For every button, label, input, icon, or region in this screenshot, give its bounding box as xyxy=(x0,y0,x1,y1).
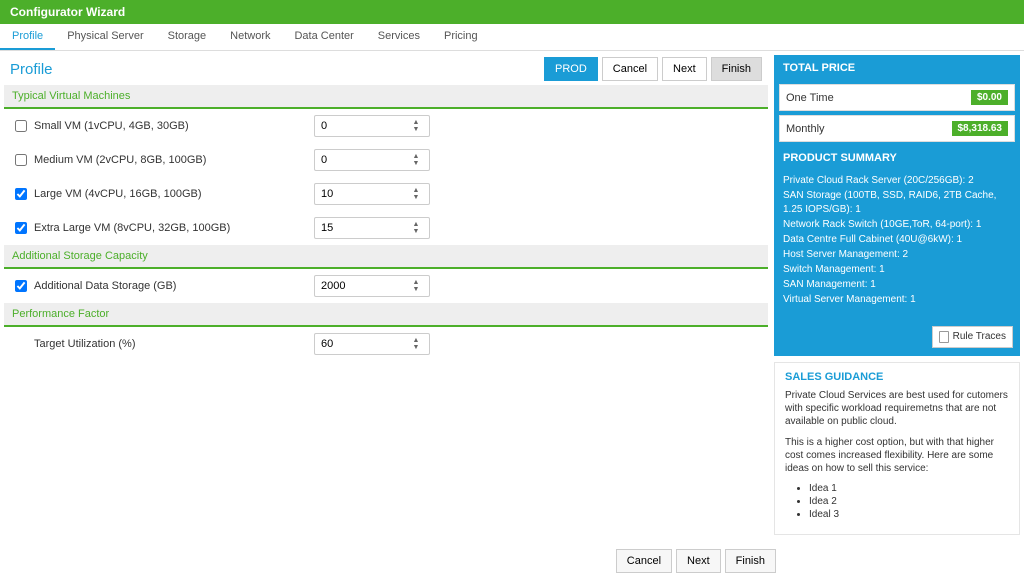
spinner-medium-vm[interactable]: ▲▼ xyxy=(314,149,430,171)
stepper-arrows-icon[interactable]: ▲▼ xyxy=(407,279,425,293)
checkbox-xlarge-vm[interactable] xyxy=(14,222,28,234)
checkbox-medium-vm[interactable] xyxy=(14,154,28,166)
header-bar: Configurator Wizard xyxy=(0,0,1024,24)
footer-button-row: Cancel Next Finish xyxy=(616,549,776,573)
row-small-vm: Small VM (1vCPU, 4GB, 30GB) ▲▼ xyxy=(4,109,768,143)
summary-line: SAN Management: 1 xyxy=(783,278,1011,292)
input-xlarge-vm[interactable] xyxy=(315,219,407,237)
label-target-util: Target Utilization (%) xyxy=(34,338,314,350)
section-storage-header: Additional Storage Capacity xyxy=(4,245,768,269)
tab-services[interactable]: Services xyxy=(366,24,432,50)
label-small-vm: Small VM (1vCPU, 4GB, 30GB) xyxy=(34,120,314,132)
guidance-idea: Idea 2 xyxy=(809,496,1009,507)
price-row-monthly: Monthly $8,318.63 xyxy=(779,115,1015,142)
price-row-onetime: One Time $0.00 xyxy=(779,84,1015,111)
onetime-label: One Time xyxy=(786,92,834,104)
prod-button[interactable]: PROD xyxy=(544,57,598,81)
document-icon xyxy=(939,331,949,343)
label-large-vm: Large VM (4vCPU, 16GB, 100GB) xyxy=(34,188,314,200)
rule-traces-label: Rule Traces xyxy=(953,330,1006,344)
row-xlarge-vm: Extra Large VM (8vCPU, 32GB, 100GB) ▲▼ xyxy=(4,211,768,245)
rule-traces-button[interactable]: Rule Traces xyxy=(932,326,1013,348)
summary-line: Data Centre Full Cabinet (40U@6kW): 1 xyxy=(783,233,1011,247)
tab-pricing[interactable]: Pricing xyxy=(432,24,490,50)
row-large-vm: Large VM (4vCPU, 16GB, 100GB) ▲▼ xyxy=(4,177,768,211)
app-title: Configurator Wizard xyxy=(10,5,125,19)
summary-line: Network Rack Switch (10GE,ToR, 64-port):… xyxy=(783,218,1011,232)
monthly-value: $8,318.63 xyxy=(952,121,1009,136)
summary-line: Host Server Management: 2 xyxy=(783,248,1011,262)
stepper-arrows-icon[interactable]: ▲▼ xyxy=(407,337,425,351)
tab-network[interactable]: Network xyxy=(218,24,282,50)
main-panel: Profile PROD Cancel Next Finish Typical … xyxy=(4,55,768,535)
label-xlarge-vm: Extra Large VM (8vCPU, 32GB, 100GB) xyxy=(34,222,314,234)
next-button[interactable]: Next xyxy=(662,57,707,81)
guidance-p2: This is a higher cost option, but with t… xyxy=(785,436,1009,475)
spinner-target-util[interactable]: ▲▼ xyxy=(314,333,430,355)
guidance-idea: Idea 1 xyxy=(809,483,1009,494)
tab-profile[interactable]: Profile xyxy=(0,24,55,50)
row-medium-vm: Medium VM (2vCPU, 8GB, 100GB) ▲▼ xyxy=(4,143,768,177)
page-title: Profile xyxy=(10,61,53,78)
spinner-additional-storage[interactable]: ▲▼ xyxy=(314,275,430,297)
guidance-p1: Private Cloud Services are best used for… xyxy=(785,389,1009,428)
label-additional-storage: Additional Data Storage (GB) xyxy=(34,280,314,292)
checkbox-additional-storage[interactable] xyxy=(14,280,28,292)
tab-storage[interactable]: Storage xyxy=(156,24,219,50)
summary-title: PRODUCT SUMMARY xyxy=(775,146,1019,170)
finish-button[interactable]: Finish xyxy=(711,57,762,81)
input-small-vm[interactable] xyxy=(315,117,407,135)
input-target-util[interactable] xyxy=(315,335,407,353)
footer-finish-button[interactable]: Finish xyxy=(725,549,776,573)
row-additional-storage: Additional Data Storage (GB) ▲▼ xyxy=(4,269,768,303)
summary-line: Switch Management: 1 xyxy=(783,263,1011,277)
stepper-arrows-icon[interactable]: ▲▼ xyxy=(407,119,425,133)
stepper-arrows-icon[interactable]: ▲▼ xyxy=(407,221,425,235)
row-target-util: Target Utilization (%) ▲▼ xyxy=(4,327,768,361)
checkbox-small-vm[interactable] xyxy=(14,120,28,132)
sidebar: TOTAL PRICE One Time $0.00 Monthly $8,31… xyxy=(774,55,1020,535)
summary-line: SAN Storage (100TB, SSD, RAID6, 2TB Cach… xyxy=(783,189,1011,217)
spinner-xlarge-vm[interactable]: ▲▼ xyxy=(314,217,430,239)
wizard-tabs: Profile Physical Server Storage Network … xyxy=(0,24,1024,51)
guidance-title: SALES GUIDANCE xyxy=(785,371,1009,383)
summary-body: Private Cloud Rack Server (20C/256GB): 2… xyxy=(775,170,1019,355)
top-button-row: PROD Cancel Next Finish xyxy=(544,57,762,81)
section-perf-header: Performance Factor xyxy=(4,303,768,327)
onetime-value: $0.00 xyxy=(971,90,1008,105)
monthly-label: Monthly xyxy=(786,123,825,135)
stepper-arrows-icon[interactable]: ▲▼ xyxy=(407,153,425,167)
footer-next-button[interactable]: Next xyxy=(676,549,721,573)
total-price-box: TOTAL PRICE One Time $0.00 Monthly $8,31… xyxy=(774,55,1020,356)
guidance-idea: Ideal 3 xyxy=(809,509,1009,520)
checkbox-large-vm[interactable] xyxy=(14,188,28,200)
tab-physical-server[interactable]: Physical Server xyxy=(55,24,155,50)
spinner-small-vm[interactable]: ▲▼ xyxy=(314,115,430,137)
input-large-vm[interactable] xyxy=(315,185,407,203)
input-additional-storage[interactable] xyxy=(315,277,407,295)
input-medium-vm[interactable] xyxy=(315,151,407,169)
section-vm-header: Typical Virtual Machines xyxy=(4,85,768,109)
summary-line: Private Cloud Rack Server (20C/256GB): 2 xyxy=(783,174,1011,188)
guidance-list: Idea 1 Idea 2 Ideal 3 xyxy=(809,483,1009,520)
label-medium-vm: Medium VM (2vCPU, 8GB, 100GB) xyxy=(34,154,314,166)
footer-cancel-button[interactable]: Cancel xyxy=(616,549,672,573)
total-price-title: TOTAL PRICE xyxy=(775,56,1019,80)
tab-data-center[interactable]: Data Center xyxy=(282,24,365,50)
cancel-button[interactable]: Cancel xyxy=(602,57,658,81)
stepper-arrows-icon[interactable]: ▲▼ xyxy=(407,187,425,201)
sales-guidance-box: SALES GUIDANCE Private Cloud Services ar… xyxy=(774,362,1020,535)
spinner-large-vm[interactable]: ▲▼ xyxy=(314,183,430,205)
summary-line: Virtual Server Management: 1 xyxy=(783,293,1011,307)
